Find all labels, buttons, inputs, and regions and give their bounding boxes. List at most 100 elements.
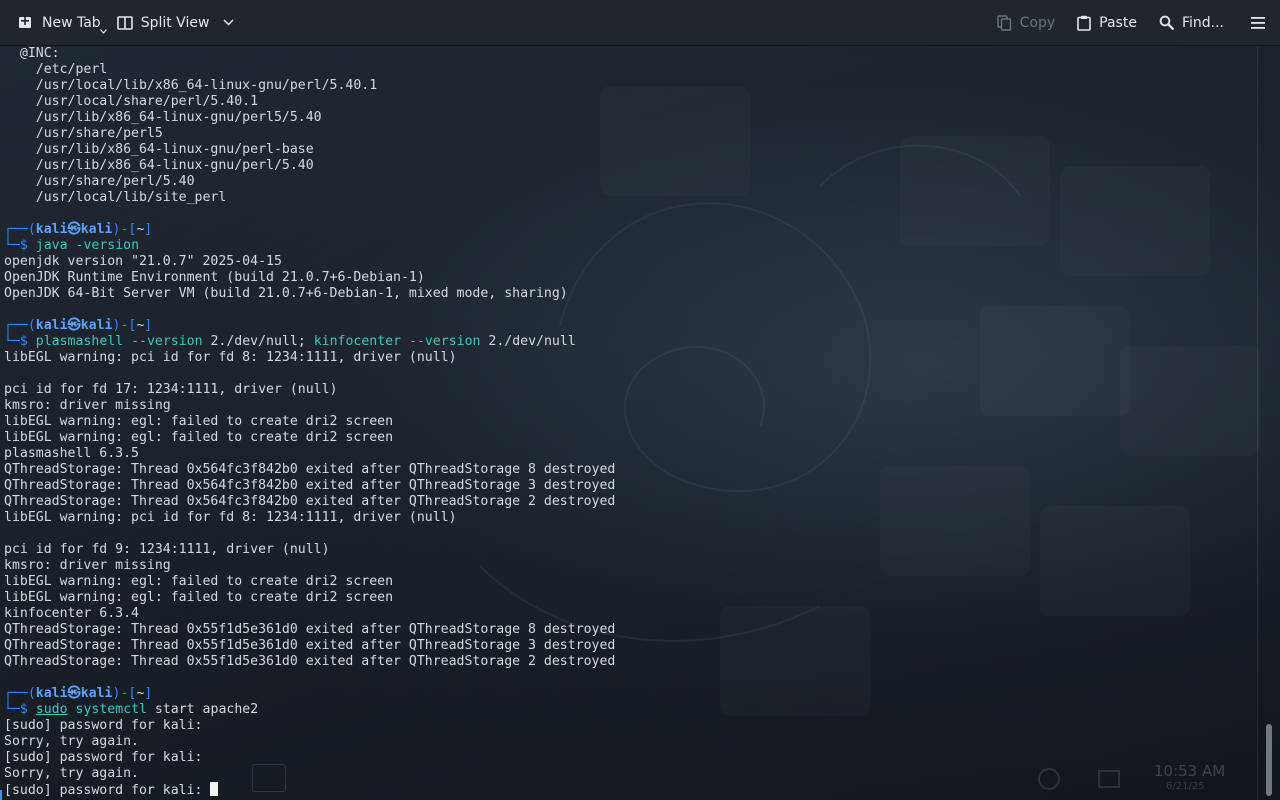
output-line: /usr/share/perl5 xyxy=(4,126,163,141)
output-line: libEGL warning: egl: failed to create dr… xyxy=(4,414,394,429)
output-line: QThreadStorage: Thread 0x564fc3f842b0 ex… xyxy=(4,478,616,493)
command-token: systemctl xyxy=(75,702,147,717)
new-tab-label: New Tab xyxy=(42,14,101,31)
output-line: QThreadStorage: Thread 0x55f1d5e361d0 ex… xyxy=(4,654,616,669)
command-token: kinfocenter xyxy=(313,334,402,349)
output-line: /usr/share/perl/5.40 xyxy=(4,174,195,189)
command-token: -version xyxy=(67,238,140,253)
ghost-date: 6/21/25 xyxy=(1166,781,1205,792)
output-line: Sorry, try again. xyxy=(4,766,139,781)
ghost-clock: 10:53 AM xyxy=(1154,762,1226,780)
output-line: @INC: xyxy=(4,46,60,61)
output-line: /etc/perl xyxy=(4,62,108,77)
input-line-marker xyxy=(0,790,2,800)
command-token: 2./dev/null xyxy=(210,334,298,349)
output-line: kmsro: driver missing xyxy=(4,398,171,413)
command-token: sudo xyxy=(35,702,68,717)
new-tab-dropdown-icon[interactable] xyxy=(100,29,107,34)
output-line: Sorry, try again. xyxy=(4,734,139,749)
prompt-at-symbol: ㉿ xyxy=(67,222,81,237)
prompt-corner-bottom: └─ xyxy=(4,238,20,253)
active-input-line: [sudo] password for kali: xyxy=(4,782,615,798)
prompt-bracket-close: ] xyxy=(144,222,153,237)
paste-label: Paste xyxy=(1099,14,1137,31)
prompt-dollar: $ xyxy=(19,334,28,349)
terminal-view[interactable]: @INC: /etc/perl /usr/local/lib/x86_64-li… xyxy=(0,46,1280,800)
hamburger-menu-icon xyxy=(1250,16,1266,30)
clipboard-icon xyxy=(1077,15,1091,31)
prompt-corner-bottom: └─ xyxy=(4,334,20,349)
sudo-password-prompt: [sudo] password for kali: xyxy=(4,783,211,798)
terminal-scrollbar[interactable] xyxy=(1257,46,1280,800)
output-line: kmsro: driver missing xyxy=(4,558,171,573)
split-view-icon xyxy=(116,15,133,31)
output-line: QThreadStorage: Thread 0x564fc3f842b0 ex… xyxy=(4,494,616,509)
copy-button[interactable]: Copy xyxy=(989,0,1064,45)
hamburger-menu-button[interactable] xyxy=(1242,0,1274,45)
split-view-button[interactable]: Split View xyxy=(109,0,243,45)
text-cursor xyxy=(210,782,219,796)
split-view-label: Split View xyxy=(140,14,210,31)
prompt-dollar: $ xyxy=(19,702,28,717)
prompt-user: kali xyxy=(35,222,68,237)
output-line: /usr/lib/x86_64-linux-gnu/perl5/5.40 xyxy=(4,110,322,125)
output-line: /usr/local/lib/site_perl xyxy=(4,190,227,205)
output-line: /usr/lib/x86_64-linux-gnu/perl-base xyxy=(4,142,314,157)
new-tab-button[interactable]: New Tab xyxy=(10,0,109,45)
output-line: /usr/lib/x86_64-linux-gnu/perl/5.40 xyxy=(4,158,314,173)
command-token: java xyxy=(35,238,68,253)
prompt-separator: )-[ xyxy=(112,318,137,333)
ghost-display-icon xyxy=(1098,770,1120,788)
toolbar: New Tab Split View Copy Paste Find... xyxy=(0,0,1280,46)
prompt-corner-top: ┌──( xyxy=(4,686,36,701)
prompt-separator: )-[ xyxy=(112,686,137,701)
prompt-host: kali xyxy=(80,318,113,333)
output-line: kinfocenter 6.3.4 xyxy=(4,606,139,621)
output-line: [sudo] password for kali: xyxy=(4,750,203,765)
output-line: plasmashell 6.3.5 xyxy=(4,446,139,461)
search-icon xyxy=(1159,15,1174,30)
output-line: pci id for fd 17: 1234:1111, driver (nul… xyxy=(4,382,338,397)
prompt-header-line: ┌──(kali㉿kali)-[~] xyxy=(4,686,615,702)
ghost-terminal-icon xyxy=(252,764,286,792)
output-line: QThreadStorage: Thread 0x55f1d5e361d0 ex… xyxy=(4,622,616,637)
copy-icon xyxy=(996,14,1012,31)
output-line: OpenJDK Runtime Environment (build 21.0.… xyxy=(4,270,425,285)
output-line: libEGL warning: pci id for fd 8: 1234:11… xyxy=(4,350,457,365)
terminal-output: @INC: /etc/perl /usr/local/lib/x86_64-li… xyxy=(4,46,615,798)
toolbar-left-group: New Tab Split View xyxy=(10,0,242,45)
output-line: QThreadStorage: Thread 0x55f1d5e361d0 ex… xyxy=(4,638,616,653)
command-token xyxy=(68,702,76,717)
paste-button[interactable]: Paste xyxy=(1069,0,1145,45)
output-line: pci id for fd 9: 1234:1111, driver (null… xyxy=(4,542,330,557)
command-token: --version xyxy=(401,334,489,349)
prompt-corner-top: ┌──( xyxy=(4,222,36,237)
command-line: └─$ sudo systemctl start apache2 xyxy=(4,702,615,718)
find-button[interactable]: Find... xyxy=(1151,0,1232,45)
command-line: └─$ plasmashell --version 2./dev/null; k… xyxy=(4,334,615,350)
command-token: 2./dev/null xyxy=(488,334,576,349)
command-token: --version xyxy=(123,334,211,349)
prompt-at-symbol: ㉿ xyxy=(67,686,81,701)
prompt-user: kali xyxy=(35,318,68,333)
toolbar-right-group: Copy Paste Find... xyxy=(989,0,1274,45)
output-line: [sudo] password for kali: xyxy=(4,718,203,733)
ghost-settings-icon xyxy=(1038,768,1060,790)
output-line: /usr/local/share/perl/5.40.1 xyxy=(4,94,259,109)
prompt-bracket-close: ] xyxy=(144,318,153,333)
prompt-header-line: ┌──(kali㉿kali)-[~] xyxy=(4,318,615,334)
chevron-down-icon[interactable] xyxy=(223,19,234,26)
prompt-bracket-close: ] xyxy=(144,686,153,701)
scrollbar-thumb[interactable] xyxy=(1266,724,1272,796)
prompt-header-line: ┌──(kali㉿kali)-[~] xyxy=(4,222,615,238)
command-line: └─$ java -version xyxy=(4,238,615,254)
output-line: QThreadStorage: Thread 0x564fc3f842b0 ex… xyxy=(4,462,616,477)
